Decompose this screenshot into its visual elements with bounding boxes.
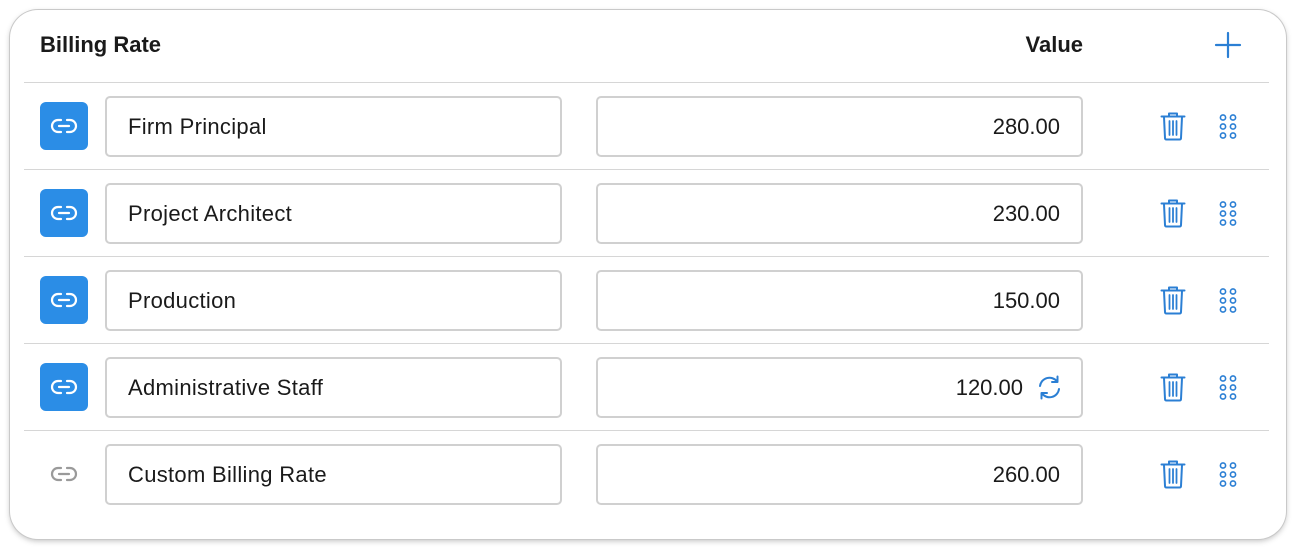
- trash-icon: [1160, 112, 1186, 141]
- table-row: Production 150.00: [10, 256, 1286, 343]
- link-icon: [50, 118, 78, 134]
- rate-value-text: 280.00: [992, 114, 1060, 139]
- rate-name-input[interactable]: Custom Billing Rate: [105, 444, 562, 505]
- rate-name-input[interactable]: Administrative Staff: [105, 357, 562, 418]
- table-row: Project Architect 230.00: [10, 169, 1286, 256]
- delete-row-button[interactable]: [1160, 111, 1186, 141]
- sync-icon: [1039, 375, 1060, 400]
- drag-handle[interactable]: [1219, 288, 1237, 313]
- table-header: Billing Rate Value: [10, 10, 1286, 82]
- table-row: Administrative Staff 120.00: [10, 343, 1286, 430]
- drag-handle-icon: [1219, 288, 1237, 313]
- rate-value-text: 230.00: [992, 201, 1060, 226]
- value-column-header: Value: [1025, 32, 1083, 57]
- delete-row-button[interactable]: [1160, 372, 1186, 402]
- billing-rate-card: Billing Rate Value Firm Principal 280.00…: [10, 10, 1286, 539]
- delete-row-button[interactable]: [1160, 285, 1186, 315]
- link-toggle-button[interactable]: [40, 363, 88, 411]
- delete-row-button[interactable]: [1160, 459, 1186, 489]
- sync-button[interactable]: [1036, 374, 1063, 401]
- drag-handle[interactable]: [1219, 375, 1237, 400]
- rate-value-input[interactable]: 260.00: [596, 444, 1083, 505]
- link-icon: [50, 292, 78, 308]
- trash-icon: [1160, 199, 1186, 228]
- drag-handle-icon: [1219, 201, 1237, 226]
- drag-handle-icon: [1219, 462, 1237, 487]
- drag-handle[interactable]: [1219, 114, 1237, 139]
- billing-rate-column-header: Billing Rate: [40, 32, 162, 57]
- drag-handle[interactable]: [1219, 201, 1237, 226]
- rate-value-input[interactable]: 280.00: [596, 96, 1083, 157]
- drag-handle-icon: [1219, 114, 1237, 139]
- rate-name-input[interactable]: Project Architect: [105, 183, 562, 244]
- drag-handle[interactable]: [1219, 462, 1237, 487]
- link-toggle-button[interactable]: [40, 450, 88, 498]
- rate-value-input[interactable]: 120.00: [596, 357, 1083, 418]
- delete-row-button[interactable]: [1160, 198, 1186, 228]
- drag-handle-icon: [1219, 375, 1237, 400]
- rate-name-input[interactable]: Firm Principal: [105, 96, 562, 157]
- rate-name-input[interactable]: Production: [105, 270, 562, 331]
- add-row-button[interactable]: [1214, 31, 1242, 59]
- rate-value-input[interactable]: 150.00: [596, 270, 1083, 331]
- link-toggle-button[interactable]: [40, 276, 88, 324]
- table-row: Custom Billing Rate 260.00: [10, 430, 1286, 517]
- plus-icon: [1214, 31, 1242, 59]
- rate-value-input[interactable]: 230.00: [596, 183, 1083, 244]
- link-toggle-button[interactable]: [40, 102, 88, 150]
- link-toggle-button[interactable]: [40, 189, 88, 237]
- rate-value-text: 150.00: [992, 288, 1060, 313]
- trash-icon: [1160, 286, 1186, 315]
- rate-value-text: 260.00: [992, 462, 1060, 487]
- table-row: Firm Principal 280.00: [10, 82, 1286, 169]
- link-icon: [50, 466, 78, 482]
- link-icon: [50, 379, 78, 395]
- trash-icon: [1160, 460, 1186, 489]
- link-icon: [50, 205, 78, 221]
- trash-icon: [1160, 373, 1186, 402]
- rate-value-text: 120.00: [955, 375, 1023, 400]
